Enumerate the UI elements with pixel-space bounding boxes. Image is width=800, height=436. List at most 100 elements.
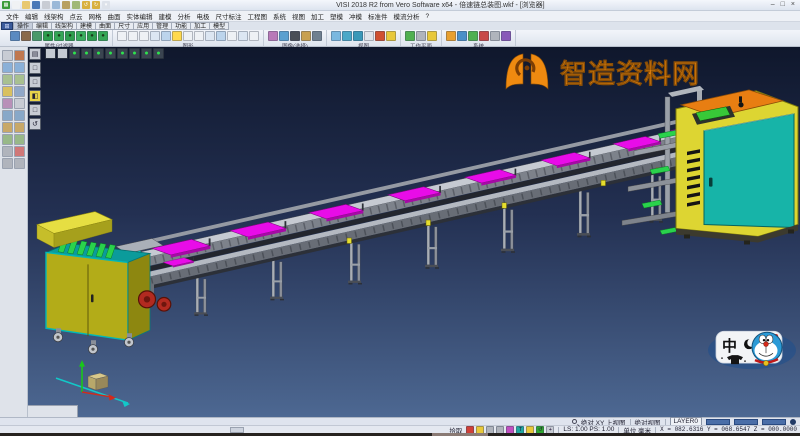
close-button[interactable]: × [791, 0, 795, 10]
select-arrow-icon[interactable] [45, 48, 56, 59]
rotate-view-icon[interactable] [14, 74, 25, 85]
menu-item[interactable]: 文件 [3, 11, 22, 21]
menu-item[interactable]: 模流分析 [391, 11, 423, 21]
view-hidden-icon[interactable] [353, 31, 363, 41]
image-dark-icon[interactable] [290, 31, 300, 41]
undo-icon[interactable]: ↺ [82, 1, 90, 9]
filter-surface-icon[interactable]: ● [105, 48, 116, 59]
view-top-icon[interactable]: □ [29, 62, 41, 74]
view-iso-icon[interactable]: ◧ [29, 90, 41, 102]
magnifier-icon[interactable] [572, 419, 577, 424]
image-tone-icon[interactable] [301, 31, 311, 41]
open-file-icon[interactable] [22, 1, 30, 9]
menu-item[interactable]: 点云 [67, 11, 86, 21]
menu-item[interactable]: 视图 [289, 11, 308, 21]
ribbon-tab[interactable]: 加工 [191, 22, 210, 30]
workplane-new-icon[interactable] [405, 31, 415, 41]
menu-item[interactable]: 工程图 [245, 11, 271, 21]
circle-tool-icon[interactable] [14, 110, 25, 121]
group-tool-icon[interactable] [2, 146, 13, 157]
ribbon-tab[interactable]: 功能 [172, 22, 191, 30]
fillet-tool-icon[interactable] [2, 134, 13, 145]
filter-circle-icon[interactable]: ● [93, 48, 104, 59]
shape-link-icon[interactable] [216, 31, 226, 41]
erase-tool-icon[interactable] [14, 50, 25, 61]
view-shaded-icon[interactable] [331, 31, 341, 41]
view-manager-icon[interactable]: ▤ [29, 48, 41, 60]
new-file-icon[interactable] [12, 1, 20, 9]
view-stop-icon[interactable] [375, 31, 385, 41]
filter-globe-6-icon[interactable]: ● [98, 31, 108, 41]
menu-item[interactable]: 建模 [156, 11, 175, 21]
shape-sheet-icon[interactable] [194, 31, 204, 41]
ribbon-tab[interactable]: 曲面 [96, 22, 115, 30]
ribbon-tab[interactable]: 尺寸 [115, 22, 134, 30]
shape-stack-icon[interactable] [205, 31, 215, 41]
menu-item[interactable]: 分析 [175, 11, 194, 21]
visi-logo-icon[interactable]: ▦ [2, 1, 10, 9]
system-ok-icon[interactable] [468, 31, 478, 41]
minimize-button[interactable]: – [771, 0, 775, 10]
prompt-box[interactable] [28, 405, 78, 417]
select-tool-icon[interactable] [2, 50, 13, 61]
grid-tool-icon[interactable] [14, 158, 25, 169]
export-icon[interactable] [72, 1, 80, 9]
system-options-icon[interactable] [446, 31, 456, 41]
select-box-icon[interactable] [57, 48, 68, 59]
ribbon-tab[interactable]: 模型 [210, 22, 229, 30]
shape-ghost-icon[interactable] [183, 31, 193, 41]
menu-item[interactable]: 电极 [194, 11, 213, 21]
attribute-brush-icon[interactable] [21, 31, 31, 41]
ribbon-tab[interactable]: 编辑 [33, 22, 52, 30]
line-tool-icon[interactable] [2, 110, 13, 121]
image-grey-icon[interactable] [312, 31, 322, 41]
menu-item[interactable]: 塑模 [327, 11, 346, 21]
filter-line-icon[interactable]: ● [81, 48, 92, 59]
viewport-canvas[interactable]: 智造资料网 [28, 47, 800, 417]
filter-solid-icon[interactable]: ● [117, 48, 128, 59]
filter-globe-4-icon[interactable]: ● [76, 31, 86, 41]
measure-tool-icon[interactable] [2, 86, 13, 97]
shape-open-icon[interactable] [128, 31, 138, 41]
menu-item[interactable]: 网格 [86, 11, 105, 21]
viewport[interactable]: 智造资料网 [28, 47, 800, 417]
menu-item[interactable]: 加工 [308, 11, 327, 21]
menu-item[interactable]: 冲模 [346, 11, 365, 21]
ribbon-tab[interactable]: 管理 [153, 22, 172, 30]
ribbon-tab[interactable]: 操作 [13, 22, 33, 30]
filter-globe-5-icon[interactable]: ● [87, 31, 97, 41]
shape-list-icon[interactable] [238, 31, 248, 41]
view-right-icon[interactable]: □ [29, 104, 41, 116]
color-tool-icon[interactable] [14, 146, 25, 157]
ribbon-tab[interactable]: 建模 [77, 22, 96, 30]
view-light-icon[interactable] [386, 31, 396, 41]
ribbon-tab[interactable]: 应用 [134, 22, 153, 30]
maximize-button[interactable]: □ [781, 0, 785, 10]
shape-copy-icon[interactable] [139, 31, 149, 41]
view-front-icon[interactable]: □ [29, 76, 41, 88]
trim-tool-icon[interactable] [2, 122, 13, 133]
preview-icon[interactable] [52, 1, 60, 9]
view-plain-icon[interactable] [364, 31, 374, 41]
shape-blue-icon[interactable] [161, 31, 171, 41]
shape-paste-icon[interactable] [150, 31, 160, 41]
view-rotate-icon[interactable]: ↺ [29, 118, 41, 130]
system-stop-icon[interactable] [479, 31, 489, 41]
menu-item[interactable]: 系统 [270, 11, 289, 21]
view-wire-icon[interactable] [342, 31, 352, 41]
layer-manager-icon[interactable] [14, 86, 25, 97]
menu-item[interactable]: 实体编辑 [124, 11, 156, 21]
filter-mesh-icon[interactable]: ● [129, 48, 140, 59]
redo-icon[interactable]: ↻ [92, 1, 100, 9]
import-icon[interactable] [62, 1, 70, 9]
filter-globe-3-icon[interactable]: ● [65, 31, 75, 41]
system-macro-icon[interactable] [501, 31, 511, 41]
mask-tool-icon[interactable] [2, 98, 13, 109]
image-select-icon[interactable] [268, 31, 278, 41]
chamfer-tool-icon[interactable] [14, 134, 25, 145]
customize-dropdown-icon[interactable]: ▾ [102, 1, 110, 9]
shape-table-icon[interactable] [249, 31, 259, 41]
snap-tool-icon[interactable] [14, 98, 25, 109]
menu-item[interactable]: 线架构 [41, 11, 67, 21]
pan-view-icon[interactable] [2, 74, 13, 85]
